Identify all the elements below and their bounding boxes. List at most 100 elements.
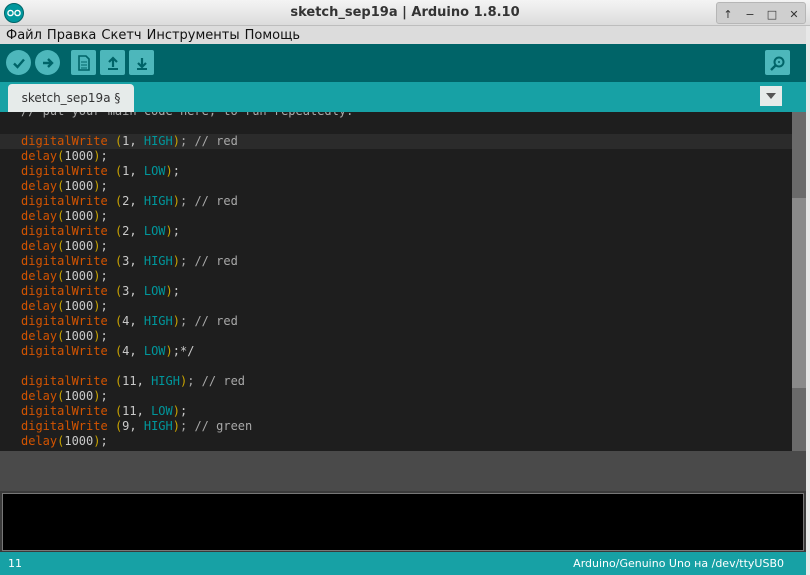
menu-edit[interactable]: Правка: [47, 28, 96, 43]
message-area: [0, 455, 806, 491]
code-line[interactable]: digitalWrite (3, LOW);: [0, 284, 792, 299]
code-token: HIGH: [143, 254, 173, 268]
menu-tools[interactable]: Инструменты: [147, 28, 240, 43]
code-token: ;: [100, 269, 108, 283]
code-token: ): [93, 389, 101, 403]
code-token: 1000: [64, 389, 94, 403]
code-token: 3,: [122, 254, 144, 268]
code-line[interactable]: digitalWrite (11, HIGH); // red: [0, 374, 792, 389]
minimize-button[interactable]: −: [739, 3, 761, 25]
code-token: digitalWrite: [21, 314, 108, 328]
code-line[interactable]: delay(1000);: [0, 179, 792, 194]
keep-above-button[interactable]: ↑: [717, 3, 739, 25]
code-token: LOW: [143, 164, 166, 178]
upload-button[interactable]: [35, 50, 60, 75]
save-button[interactable]: [129, 50, 154, 75]
code-line[interactable]: digitalWrite (1, HIGH); // red: [0, 134, 792, 149]
code-line[interactable]: delay(1000);: [0, 209, 792, 224]
code-line[interactable]: digitalWrite (4, HIGH); // red: [0, 314, 792, 329]
code-token: ): [93, 179, 101, 193]
code-token: ;: [172, 224, 181, 238]
menu-help[interactable]: Помощь: [245, 28, 300, 43]
code-token: ; // red: [180, 134, 238, 148]
code-line[interactable]: delay(1000);: [0, 269, 792, 284]
code-line[interactable]: delay(1000);: [0, 389, 792, 404]
code-line[interactable]: digitalWrite (3, HIGH); // red: [0, 254, 792, 269]
code-line[interactable]: digitalWrite (1, LOW);: [0, 164, 792, 179]
code-token: ): [93, 209, 101, 223]
code-line[interactable]: delay(1000);: [0, 149, 792, 164]
code-token: delay: [21, 299, 58, 313]
code-token: ; // red: [187, 374, 246, 388]
code-token: 2,: [122, 224, 144, 238]
code-token: 1000: [64, 329, 94, 343]
code-token: 3,: [122, 284, 144, 298]
toolbar: [0, 44, 806, 82]
code-token: delay: [21, 269, 58, 283]
code-token: ; // red: [180, 194, 238, 208]
serial-monitor-button[interactable]: [765, 50, 790, 75]
code-token: ;: [100, 239, 108, 253]
code-token: digitalWrite: [21, 224, 108, 238]
code-token: delay: [21, 209, 58, 223]
code-token: 1,: [122, 164, 144, 178]
code-line[interactable]: digitalWrite (9, HIGH); // green: [0, 419, 792, 434]
code-token: ): [93, 329, 101, 343]
code-token: ;: [100, 209, 108, 223]
new-sketch-button[interactable]: [71, 50, 96, 75]
code-line[interactable]: digitalWrite (2, HIGH); // red: [0, 194, 792, 209]
code-line[interactable]: digitalWrite (4, LOW);*/: [0, 344, 792, 359]
tab-sketch[interactable]: sketch_sep19a §: [8, 84, 134, 112]
code-token: HIGH: [151, 374, 180, 388]
code-token: delay: [21, 434, 58, 448]
code-line[interactable]: [0, 119, 792, 134]
window-edge: [806, 26, 810, 575]
arrow-down-icon: [136, 57, 147, 70]
code-line[interactable]: digitalWrite (2, LOW);: [0, 224, 792, 239]
maximize-button[interactable]: □: [761, 3, 783, 25]
code-token: ; // red: [180, 314, 238, 328]
code-token: ): [165, 224, 173, 238]
code-line[interactable]: delay(1000);: [0, 239, 792, 254]
code-token: ;: [172, 284, 181, 298]
code-editor[interactable]: // put your main code here, to run repea…: [0, 112, 792, 451]
code-token: ): [172, 134, 180, 148]
code-token: ;: [100, 389, 108, 403]
close-button[interactable]: ✕: [783, 3, 805, 25]
code-token: LOW: [151, 404, 173, 418]
code-line[interactable]: delay(1000);: [0, 299, 792, 314]
code-token: digitalWrite: [21, 284, 108, 298]
verify-button[interactable]: [6, 50, 31, 75]
code-token: ;: [172, 164, 181, 178]
open-button[interactable]: [100, 50, 125, 75]
code-line[interactable]: delay(1000);: [0, 329, 792, 344]
code-line[interactable]: [0, 359, 792, 374]
menu-sketch[interactable]: Скетч: [101, 28, 141, 43]
code-token: digitalWrite: [21, 194, 108, 208]
code-line[interactable]: delay(1000);: [0, 434, 792, 449]
code-token: ): [172, 254, 180, 268]
code-token: ): [172, 194, 180, 208]
code-token: // put your main code here, to run repea…: [21, 112, 353, 118]
menu-file[interactable]: Файл: [6, 28, 42, 43]
console-output[interactable]: [2, 493, 804, 551]
code-line[interactable]: digitalWrite (11, LOW);: [0, 404, 792, 419]
tab-menu-button[interactable]: [760, 86, 782, 106]
vertical-scrollbar[interactable]: [792, 112, 806, 451]
arrow-up-icon: [107, 55, 118, 70]
window-title: sketch_sep19a | Arduino 1.8.10: [290, 5, 520, 20]
code-lines: // put your main code here, to run repea…: [0, 112, 792, 449]
code-token: 1,: [122, 134, 144, 148]
code-line[interactable]: // put your main code here, to run repea…: [0, 112, 792, 119]
code-token: ): [93, 149, 101, 163]
code-token: ): [165, 284, 173, 298]
scrollbar-thumb[interactable]: [792, 198, 806, 388]
